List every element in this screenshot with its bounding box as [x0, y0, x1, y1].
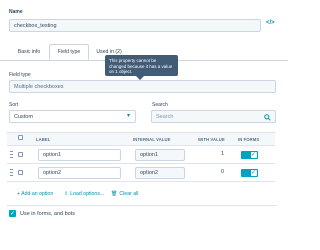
name-input[interactable]: checkbox_testing: [9, 19, 261, 32]
tab-field-type[interactable]: Field type: [49, 44, 89, 60]
row-checkbox[interactable]: [18, 152, 23, 157]
search-label: Search: [152, 102, 168, 108]
check-icon: ✓: [9, 211, 16, 217]
check-icon: ✓: [250, 170, 256, 176]
option-label-input[interactable]: option2: [38, 167, 121, 179]
table-row: option1 option1 1 ✓: [7, 146, 275, 164]
divider: [7, 205, 277, 206]
upload-icon: ⇪: [64, 191, 69, 197]
option-internal-input[interactable]: option2: [135, 167, 185, 179]
code-icon[interactable]: </>: [266, 20, 275, 26]
option-internal-input[interactable]: option1: [135, 149, 185, 161]
table-row: option2 option2 0 ✓: [7, 164, 275, 182]
header-in-forms: IN FORMS: [238, 137, 260, 142]
search-icon: [264, 114, 271, 121]
field-type-value: Multiple checkboxes: [9, 80, 276, 93]
header-with-value: WITH VALUE: [198, 137, 225, 142]
use-in-forms-checkbox[interactable]: ✓: [9, 210, 16, 217]
in-forms-toggle[interactable]: ✓: [241, 169, 258, 177]
sort-label: Sort: [9, 102, 19, 108]
use-in-forms-label: Use in forms, and bots: [20, 211, 76, 217]
load-options-label: Load options...: [70, 191, 105, 197]
search-placeholder: Search: [156, 113, 174, 120]
header-internal-value: INTERNAL VALUE: [133, 137, 171, 142]
field-type-label: Field type: [9, 72, 31, 78]
sort-select[interactable]: Custom ▾: [9, 110, 136, 123]
sort-select-value: Custom: [14, 113, 33, 120]
trash-icon: 🗑: [111, 191, 118, 197]
clear-all-link[interactable]: 🗑 Clear all: [111, 191, 138, 197]
header-label: LABEL: [36, 137, 51, 142]
name-label: Name: [9, 9, 23, 15]
drag-handle-icon[interactable]: [10, 151, 13, 158]
load-options-link[interactable]: ⇪ Load options...: [64, 191, 104, 197]
in-forms-toggle[interactable]: ✓: [241, 151, 258, 159]
option-label-input[interactable]: option1: [38, 149, 121, 161]
tooltip: This property cannot be changed because …: [105, 55, 178, 80]
check-icon: ✓: [250, 152, 256, 158]
drag-handle-icon[interactable]: [10, 169, 13, 176]
clear-all-label: Clear all: [119, 191, 139, 197]
tab-basic-info[interactable]: Basic info: [9, 44, 49, 60]
chevron-down-icon: ▾: [126, 113, 130, 119]
row-checkbox[interactable]: [18, 170, 23, 175]
add-option-link[interactable]: + Add an option: [17, 191, 53, 197]
option-count: 1: [221, 151, 225, 157]
option-count: 0: [221, 169, 225, 175]
select-all-checkbox[interactable]: [18, 135, 23, 140]
search-input[interactable]: Search: [151, 110, 276, 123]
